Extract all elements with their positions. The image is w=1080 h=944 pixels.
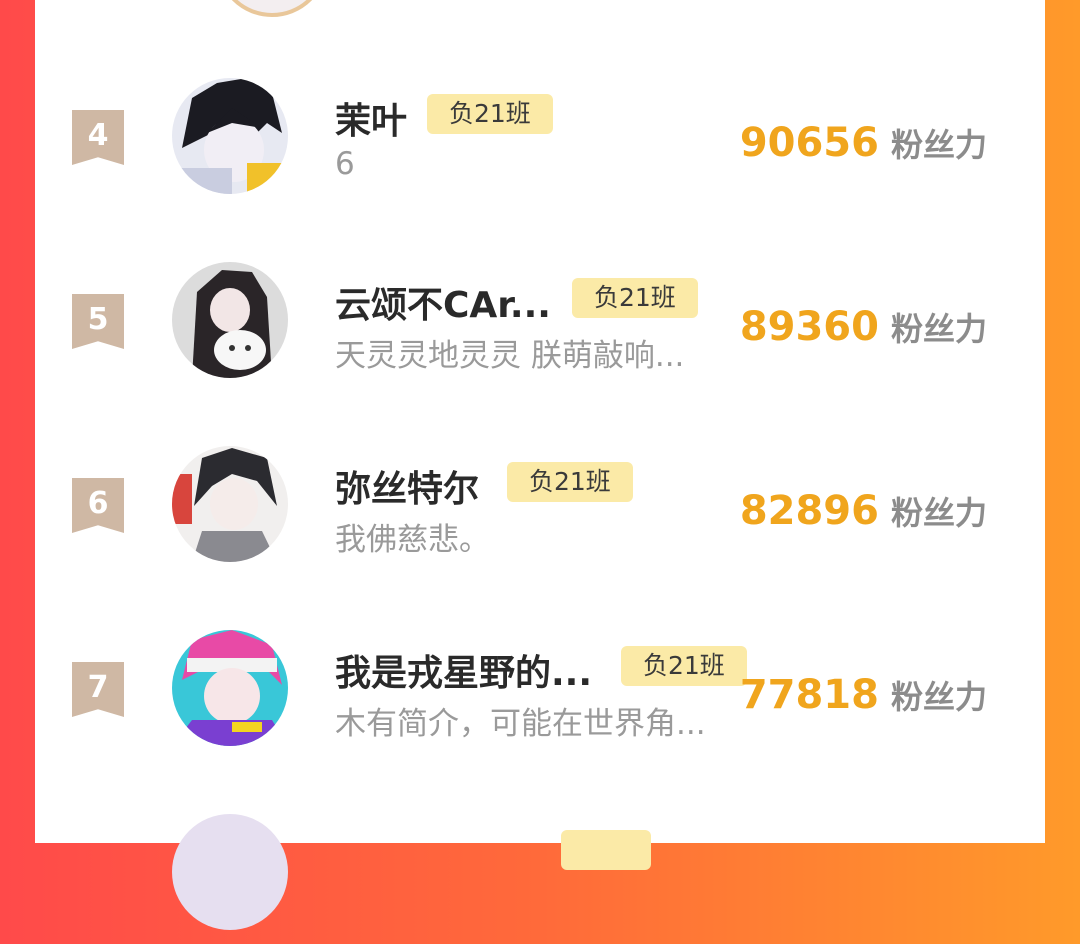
fans-label: 粉丝力: [890, 494, 987, 532]
user-bio: 我佛慈悲。: [335, 522, 490, 558]
list-item[interactable]: [35, 814, 1045, 944]
ranking-card: 4 茉叶 负21班 6 90656 粉丝力 5 云颂不CAr... 负21班 天…: [35, 0, 1045, 930]
list-item[interactable]: 7 我是戎星野的... 负21班 木有简介，可能在世界角... 77818 粉丝力: [35, 630, 1045, 760]
fans-number: 77818: [739, 672, 879, 718]
class-badge: 负21班: [507, 462, 633, 502]
user-name[interactable]: 我是戎星野的...: [335, 644, 592, 696]
fans-number: 89360: [739, 304, 879, 350]
class-badge: 负21班: [621, 646, 747, 686]
fans-score: 82896 粉丝力: [740, 488, 987, 534]
avatar[interactable]: [172, 262, 288, 378]
avatar[interactable]: [172, 446, 288, 562]
user-bio: 天灵灵地灵灵 朕萌敲响...: [335, 338, 685, 374]
list-item[interactable]: 5 云颂不CAr... 负21班 天灵灵地灵灵 朕萌敲响... 89360 粉丝力: [35, 262, 1045, 392]
fans-label: 粉丝力: [890, 126, 987, 164]
fans-score: 77818 粉丝力: [740, 672, 987, 718]
user-bio: 木有简介，可能在世界角...: [335, 706, 706, 742]
fans-score: 89360 粉丝力: [740, 304, 987, 350]
user-name[interactable]: 云颂不CAr...: [335, 276, 551, 328]
fans-number: 82896: [739, 488, 879, 534]
user-name[interactable]: 茉叶: [335, 92, 407, 144]
rank-badge: 4: [72, 110, 124, 165]
class-badge: [561, 830, 651, 870]
fans-score: 90656 粉丝力: [740, 120, 987, 166]
list-item[interactable]: 4 茉叶 负21班 6 90656 粉丝力: [35, 78, 1045, 208]
rank-badge: 7: [72, 662, 124, 717]
fans-label: 粉丝力: [890, 678, 987, 716]
list-item[interactable]: 6 弥丝特尔 负21班 我佛慈悲。 82896 粉丝力: [35, 446, 1045, 576]
avatar[interactable]: [172, 78, 288, 194]
fans-label: 粉丝力: [890, 310, 987, 348]
class-badge: 负21班: [572, 278, 698, 318]
fans-number: 90656: [739, 120, 879, 166]
user-bio: 6: [335, 146, 355, 182]
class-badge: 负21班: [427, 94, 553, 134]
rank-badge: 5: [72, 294, 124, 349]
user-name[interactable]: 弥丝特尔: [335, 460, 479, 512]
avatar[interactable]: [172, 630, 288, 746]
rank-badge: 6: [72, 478, 124, 533]
avatar[interactable]: [172, 814, 288, 930]
avatar[interactable]: [216, 0, 328, 17]
